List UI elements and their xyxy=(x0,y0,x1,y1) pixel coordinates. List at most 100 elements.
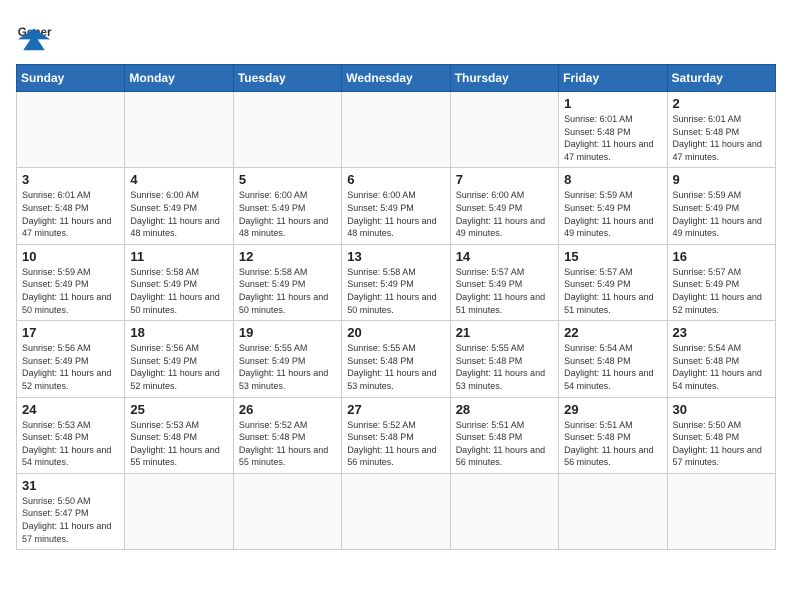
day-number: 24 xyxy=(22,402,119,417)
day-number: 27 xyxy=(347,402,444,417)
day-number: 5 xyxy=(239,172,336,187)
calendar-cell xyxy=(233,473,341,549)
day-number: 19 xyxy=(239,325,336,340)
day-info: Sunrise: 6:01 AM Sunset: 5:48 PM Dayligh… xyxy=(22,189,119,239)
day-number: 16 xyxy=(673,249,770,264)
day-info: Sunrise: 5:51 AM Sunset: 5:48 PM Dayligh… xyxy=(564,419,661,469)
calendar-cell: 23Sunrise: 5:54 AM Sunset: 5:48 PM Dayli… xyxy=(667,321,775,397)
calendar-week-6: 31Sunrise: 5:50 AM Sunset: 5:47 PM Dayli… xyxy=(17,473,776,549)
calendar-cell xyxy=(125,92,233,168)
day-number: 21 xyxy=(456,325,553,340)
logo: General xyxy=(16,16,58,52)
day-number: 26 xyxy=(239,402,336,417)
calendar-cell: 21Sunrise: 5:55 AM Sunset: 5:48 PM Dayli… xyxy=(450,321,558,397)
day-info: Sunrise: 5:58 AM Sunset: 5:49 PM Dayligh… xyxy=(239,266,336,316)
day-info: Sunrise: 5:50 AM Sunset: 5:48 PM Dayligh… xyxy=(673,419,770,469)
calendar-cell xyxy=(559,473,667,549)
day-header-tuesday: Tuesday xyxy=(233,65,341,92)
day-info: Sunrise: 5:58 AM Sunset: 5:49 PM Dayligh… xyxy=(347,266,444,316)
calendar-header-row: SundayMondayTuesdayWednesdayThursdayFrid… xyxy=(17,65,776,92)
day-info: Sunrise: 5:53 AM Sunset: 5:48 PM Dayligh… xyxy=(130,419,227,469)
day-info: Sunrise: 5:54 AM Sunset: 5:48 PM Dayligh… xyxy=(564,342,661,392)
calendar-cell: 11Sunrise: 5:58 AM Sunset: 5:49 PM Dayli… xyxy=(125,244,233,320)
day-info: Sunrise: 5:51 AM Sunset: 5:48 PM Dayligh… xyxy=(456,419,553,469)
calendar-week-1: 1 Sunrise: 6:01 AM Sunset: 5:48 PM Daylig… xyxy=(17,92,776,168)
day-info: Sunrise: 5:58 AM Sunset: 5:49 PM Dayligh… xyxy=(130,266,227,316)
day-info: Sunrise: 5:56 AM Sunset: 5:49 PM Dayligh… xyxy=(22,342,119,392)
calendar-cell: 29Sunrise: 5:51 AM Sunset: 5:48 PM Dayli… xyxy=(559,397,667,473)
calendar-cell: 25 Sunrise: 5:53 AM Sunset: 5:48 PM Dayli… xyxy=(125,397,233,473)
calendar-cell: 12 Sunrise: 5:58 AM Sunset: 5:49 PM Dayli… xyxy=(233,244,341,320)
calendar-cell: 5 Sunrise: 6:00 AM Sunset: 5:49 PM Daylig… xyxy=(233,168,341,244)
day-number: 9 xyxy=(673,172,770,187)
day-number: 12 xyxy=(239,249,336,264)
day-number: 22 xyxy=(564,325,661,340)
day-number: 10 xyxy=(22,249,119,264)
day-info: Sunrise: 5:59 AM Sunset: 5:49 PM Dayligh… xyxy=(673,189,770,239)
header: General xyxy=(16,16,776,52)
calendar-cell: 24 Sunrise: 5:53 AM Sunset: 5:48 PM Dayli… xyxy=(17,397,125,473)
day-number: 4 xyxy=(130,172,227,187)
calendar-cell: 6Sunrise: 6:00 AM Sunset: 5:49 PM Daylig… xyxy=(342,168,450,244)
calendar-cell: 17 Sunrise: 5:56 AM Sunset: 5:49 PM Dayli… xyxy=(17,321,125,397)
logo-icon: General xyxy=(16,16,52,52)
calendar-cell: 10 Sunrise: 5:59 AM Sunset: 5:49 PM Dayli… xyxy=(17,244,125,320)
day-number: 14 xyxy=(456,249,553,264)
calendar-cell: 31Sunrise: 5:50 AM Sunset: 5:47 PM Dayli… xyxy=(17,473,125,549)
day-number: 30 xyxy=(673,402,770,417)
day-info: Sunrise: 6:00 AM Sunset: 5:49 PM Dayligh… xyxy=(239,189,336,239)
calendar-cell: 7 Sunrise: 6:00 AM Sunset: 5:49 PM Daylig… xyxy=(450,168,558,244)
day-number: 25 xyxy=(130,402,227,417)
day-info: Sunrise: 5:59 AM Sunset: 5:49 PM Dayligh… xyxy=(22,266,119,316)
day-number: 20 xyxy=(347,325,444,340)
day-info: Sunrise: 5:56 AM Sunset: 5:49 PM Dayligh… xyxy=(130,342,227,392)
day-number: 15 xyxy=(564,249,661,264)
day-number: 17 xyxy=(22,325,119,340)
calendar-cell xyxy=(342,92,450,168)
calendar-cell: 27Sunrise: 5:52 AM Sunset: 5:48 PM Dayli… xyxy=(342,397,450,473)
day-info: Sunrise: 5:54 AM Sunset: 5:48 PM Dayligh… xyxy=(673,342,770,392)
day-number: 7 xyxy=(456,172,553,187)
calendar-cell: 20Sunrise: 5:55 AM Sunset: 5:48 PM Dayli… xyxy=(342,321,450,397)
calendar-cell: 19 Sunrise: 5:55 AM Sunset: 5:49 PM Dayli… xyxy=(233,321,341,397)
day-header-sunday: Sunday xyxy=(17,65,125,92)
calendar-cell: 9 Sunrise: 5:59 AM Sunset: 5:49 PM Daylig… xyxy=(667,168,775,244)
day-header-thursday: Thursday xyxy=(450,65,558,92)
calendar-cell: 22 Sunrise: 5:54 AM Sunset: 5:48 PM Dayli… xyxy=(559,321,667,397)
day-info: Sunrise: 5:55 AM Sunset: 5:49 PM Dayligh… xyxy=(239,342,336,392)
day-header-monday: Monday xyxy=(125,65,233,92)
calendar-cell xyxy=(125,473,233,549)
calendar-week-4: 17 Sunrise: 5:56 AM Sunset: 5:49 PM Dayli… xyxy=(17,321,776,397)
calendar-cell: 1 Sunrise: 6:01 AM Sunset: 5:48 PM Daylig… xyxy=(559,92,667,168)
day-number: 1 xyxy=(564,96,661,111)
calendar-cell: 15Sunrise: 5:57 AM Sunset: 5:49 PM Dayli… xyxy=(559,244,667,320)
day-number: 13 xyxy=(347,249,444,264)
day-info: Sunrise: 5:57 AM Sunset: 5:49 PM Dayligh… xyxy=(673,266,770,316)
day-header-friday: Friday xyxy=(559,65,667,92)
day-info: Sunrise: 6:00 AM Sunset: 5:49 PM Dayligh… xyxy=(456,189,553,239)
calendar-cell: 8Sunrise: 5:59 AM Sunset: 5:49 PM Daylig… xyxy=(559,168,667,244)
day-number: 2 xyxy=(673,96,770,111)
calendar-cell: 2 Sunrise: 6:01 AM Sunset: 5:48 PM Daylig… xyxy=(667,92,775,168)
calendar-cell: 16 Sunrise: 5:57 AM Sunset: 5:49 PM Dayli… xyxy=(667,244,775,320)
day-info: Sunrise: 6:00 AM Sunset: 5:49 PM Dayligh… xyxy=(130,189,227,239)
day-number: 28 xyxy=(456,402,553,417)
calendar-cell: 30 Sunrise: 5:50 AM Sunset: 5:48 PM Dayli… xyxy=(667,397,775,473)
day-number: 3 xyxy=(22,172,119,187)
calendar-cell xyxy=(233,92,341,168)
day-info: Sunrise: 6:01 AM Sunset: 5:48 PM Dayligh… xyxy=(673,113,770,163)
day-info: Sunrise: 5:53 AM Sunset: 5:48 PM Dayligh… xyxy=(22,419,119,469)
day-info: Sunrise: 5:59 AM Sunset: 5:49 PM Dayligh… xyxy=(564,189,661,239)
calendar-week-3: 10 Sunrise: 5:59 AM Sunset: 5:49 PM Dayli… xyxy=(17,244,776,320)
day-info: Sunrise: 6:01 AM Sunset: 5:48 PM Dayligh… xyxy=(564,113,661,163)
calendar-cell xyxy=(667,473,775,549)
calendar: SundayMondayTuesdayWednesdayThursdayFrid… xyxy=(16,64,776,550)
calendar-week-5: 24 Sunrise: 5:53 AM Sunset: 5:48 PM Dayli… xyxy=(17,397,776,473)
calendar-cell: 18Sunrise: 5:56 AM Sunset: 5:49 PM Dayli… xyxy=(125,321,233,397)
day-info: Sunrise: 5:57 AM Sunset: 5:49 PM Dayligh… xyxy=(456,266,553,316)
calendar-cell: 4 Sunrise: 6:00 AM Sunset: 5:49 PM Daylig… xyxy=(125,168,233,244)
day-info: Sunrise: 5:52 AM Sunset: 5:48 PM Dayligh… xyxy=(239,419,336,469)
day-header-wednesday: Wednesday xyxy=(342,65,450,92)
calendar-cell xyxy=(450,473,558,549)
calendar-cell xyxy=(450,92,558,168)
